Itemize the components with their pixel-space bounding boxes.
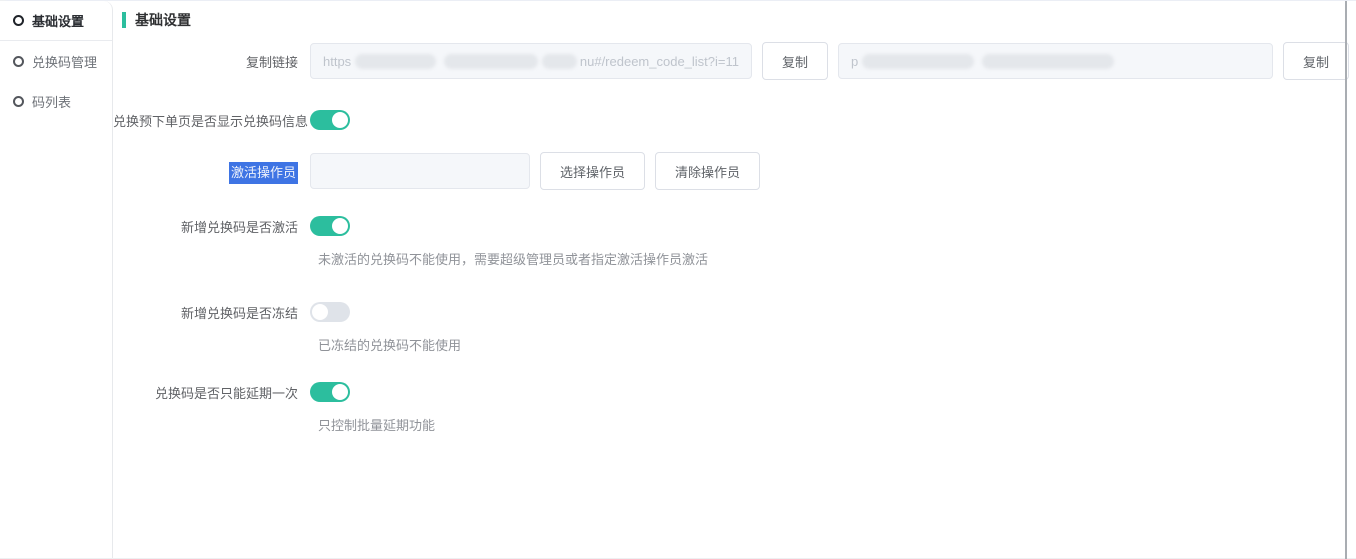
- new-code-frozen-helper: 已冻结的兑换码不能使用: [318, 338, 462, 353]
- show-redeem-info-label: 兑换预下单页是否显示兑换码信息: [113, 113, 309, 129]
- extend-once-only-helper: 只控制批量延期功能: [318, 418, 436, 433]
- settings-page: 基础设置 兑换码管理 码列表 基础设置 复制链接 https nu#/redeem…: [0, 0, 1356, 559]
- toggle-knob: [332, 218, 348, 234]
- select-operator-button[interactable]: 选择操作员: [540, 152, 646, 190]
- activate-operator-input[interactable]: [310, 153, 530, 189]
- show-redeem-info-toggle[interactable]: [310, 110, 350, 130]
- section-header: 基础设置: [122, 10, 1356, 30]
- toggle-knob: [312, 304, 328, 320]
- new-code-activated-helper: 未激活的兑换码不能使用，需要超级管理员或者指定激活操作员激活: [318, 252, 709, 267]
- toggle-knob: [332, 384, 348, 400]
- code-prefix-text: p: [851, 53, 859, 69]
- sidebar-item-label: 兑换码管理: [32, 54, 98, 70]
- activate-operator-row: 激活操作员 选择操作员 清除操作员: [113, 152, 1356, 190]
- radio-circle-icon: [13, 95, 24, 107]
- main-content: 基础设置 复制链接 https nu#/redeem_code_list?i=11…: [113, 1, 1356, 558]
- section-title: 基础设置: [135, 12, 191, 28]
- new-code-frozen-row: 新增兑换码是否冻结: [113, 302, 1356, 322]
- show-redeem-info-row: 兑换预下单页是否显示兑换码信息: [113, 110, 1356, 130]
- clear-operator-button[interactable]: 清除操作员: [655, 152, 761, 190]
- extend-once-only-toggle[interactable]: [310, 382, 350, 402]
- new-code-activated-row: 新增兑换码是否激活: [113, 216, 1356, 236]
- sidebar-item-basic-settings[interactable]: 基础设置: [0, 1, 112, 41]
- toggle-knob: [332, 112, 348, 128]
- redacted-url-segment: [355, 53, 436, 69]
- extend-once-only-row: 兑换码是否只能延期一次: [113, 382, 1356, 402]
- activate-operator-label-text: 激活操作员: [228, 161, 298, 184]
- sidebar-item-code-list[interactable]: 码列表: [0, 81, 112, 121]
- new-code-activated-label: 新增兑换码是否激活: [180, 219, 298, 235]
- new-code-activated-toggle[interactable]: [310, 216, 350, 236]
- sidebar-item-redeem-code-management[interactable]: 兑换码管理: [0, 41, 112, 81]
- radio-circle-icon: [13, 15, 24, 26]
- new-code-frozen-toggle[interactable]: [310, 302, 350, 322]
- sidebar: 基础设置 兑换码管理 码列表: [0, 1, 113, 558]
- copy-link-label: 复制链接: [245, 54, 298, 70]
- copy-link-row: 复制链接 https nu#/redeem_code_list?i=11 复制 p…: [113, 42, 1356, 80]
- sidebar-item-label: 码列表: [32, 94, 72, 110]
- window-edge-line: [1345, 1, 1347, 559]
- settings-form: 复制链接 https nu#/redeem_code_list?i=11 复制 p…: [113, 42, 1356, 434]
- redeem-url-input[interactable]: https nu#/redeem_code_list?i=11: [310, 43, 752, 79]
- new-code-frozen-label: 新增兑换码是否冻结: [180, 305, 298, 321]
- activate-operator-label: 激活操作员: [113, 161, 310, 184]
- redacted-code-segment: [982, 53, 1115, 69]
- extend-once-only-label: 兑换码是否只能延期一次: [154, 385, 298, 401]
- copy-url-button[interactable]: 复制: [762, 42, 829, 80]
- url-suffix-text: nu#/redeem_code_list?i=11: [579, 53, 739, 69]
- sidebar-item-label: 基础设置: [32, 14, 85, 29]
- redeem-code-input[interactable]: p: [838, 43, 1274, 79]
- radio-circle-icon: [13, 55, 24, 67]
- accent-bar: [122, 12, 126, 28]
- redacted-url-segment: [443, 53, 539, 69]
- copy-code-button[interactable]: 复制: [1283, 42, 1350, 80]
- url-prefix-text: https: [323, 53, 352, 69]
- redacted-url-segment: [542, 53, 577, 69]
- redacted-code-segment: [862, 53, 975, 69]
